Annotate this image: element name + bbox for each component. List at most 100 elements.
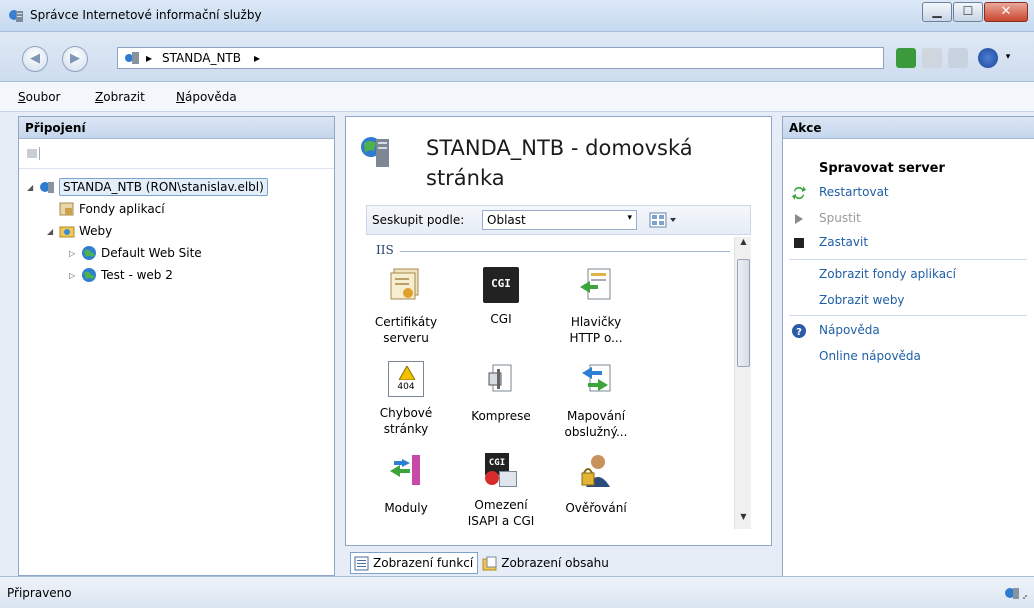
error-pages-icon: 404	[388, 361, 424, 397]
feature-server-certificates[interactable]: Certifikáty serveru	[366, 267, 446, 346]
forward-button[interactable]: ▶	[62, 46, 88, 72]
breadcrumb-separator[interactable]: ▸	[254, 51, 260, 65]
tree-item-test-web-2[interactable]: ▷ Test - web 2	[69, 265, 173, 285]
tree-item-sites[interactable]: ◢ Weby	[47, 221, 112, 241]
menu-help[interactable]: Nápověda	[176, 90, 237, 104]
view-app-pools-action[interactable]: Zobrazit fondy aplikací	[819, 267, 956, 281]
connections-panel: Připojení ◢ STANDA_NTB (RON\stanislav.el…	[18, 116, 335, 576]
server-icon	[125, 52, 139, 64]
certificate-icon	[390, 268, 419, 300]
separator	[789, 315, 1027, 316]
arrow-left-icon: ◀	[30, 51, 40, 66]
stop-icon	[794, 238, 804, 248]
compression-icon	[488, 364, 512, 392]
group-by-select[interactable]: Oblast ▾	[482, 210, 637, 230]
online-help-action[interactable]: Online nápověda	[819, 349, 921, 363]
scroll-down-icon[interactable]: ▼	[735, 512, 751, 529]
server-home-icon	[361, 137, 389, 167]
features-list: IIS Certifikáty serveru CGI CGI Hlavičky…	[366, 237, 751, 529]
globe-icon	[82, 246, 96, 260]
expander-icon[interactable]: ▷	[69, 271, 79, 280]
chevron-down-icon: ▾	[627, 213, 632, 223]
stop-action[interactable]: Zastavit	[794, 235, 868, 249]
server-icon	[1005, 588, 1027, 599]
view-mode-icon[interactable]	[649, 212, 679, 228]
section-header-iis: IIS	[376, 243, 731, 257]
connections-title: Připojení	[19, 117, 334, 139]
connections-toolbar	[19, 139, 334, 169]
start-icon	[795, 214, 803, 224]
breadcrumb-separator: ▸	[146, 51, 153, 65]
restart-icon	[792, 186, 806, 200]
actions-title: Akce	[783, 117, 1034, 139]
scroll-up-icon[interactable]: ▲	[735, 237, 751, 254]
group-by-bar: Seskupit podle: Oblast ▾	[366, 205, 751, 235]
tab-content-view[interactable]: Zobrazení obsahu	[478, 552, 614, 574]
features-scrollbar[interactable]: ▲ ▼	[734, 237, 751, 529]
authentication-icon	[581, 455, 610, 487]
tree-item-default-web-site[interactable]: ▷ Default Web Site	[69, 243, 202, 263]
close-button[interactable]: ✕	[984, 2, 1028, 22]
tree-item-server[interactable]: ◢ STANDA_NTB (RON\stanislav.elbl)	[27, 177, 268, 197]
refresh-icon[interactable]	[896, 48, 916, 68]
connect-icon[interactable]	[25, 145, 41, 161]
status-bar: Připraveno	[0, 576, 1034, 608]
globe-icon	[82, 268, 96, 282]
menu-view[interactable]: Zobrazit	[95, 90, 145, 104]
workspace: Připojení ◢ STANDA_NTB (RON\stanislav.el…	[0, 112, 1034, 576]
expander-icon[interactable]: ◢	[47, 227, 57, 236]
address-bar[interactable]: ▸ STANDA_NTB ▸	[117, 47, 884, 69]
minimize-button[interactable]: ▁	[922, 2, 952, 22]
folder-icon	[59, 226, 75, 238]
status-text: Připraveno	[7, 586, 72, 600]
window-title: Správce Internetové informační služby	[30, 8, 262, 22]
menu-bar: Soubor Zobrazit Nápověda	[0, 82, 1034, 112]
maximize-button[interactable]: ☐	[953, 2, 983, 22]
server-icon	[40, 182, 54, 193]
menu-file[interactable]: Soubor	[18, 90, 60, 104]
expander-icon[interactable]: ▷	[69, 249, 79, 258]
page-title: STANDA_NTB - domovská stránka	[426, 136, 693, 190]
home-icon[interactable]	[948, 48, 968, 68]
feature-cgi[interactable]: CGI CGI	[461, 267, 541, 327]
feature-authentication[interactable]: Ověřování	[556, 453, 636, 516]
scrollbar-thumb[interactable]	[737, 259, 750, 367]
chevron-down-icon[interactable]: ▾	[1002, 48, 1014, 68]
tab-features-view[interactable]: Zobrazení funkcí	[350, 552, 479, 574]
cgi-icon: CGI	[483, 267, 519, 303]
feature-http-headers[interactable]: Hlavičky HTTP o...	[556, 267, 636, 346]
group-by-label: Seskupit podle:	[372, 213, 465, 227]
back-button[interactable]: ◀	[22, 46, 48, 72]
view-tabs: Zobrazení funkcí Zobrazení obsahu	[350, 552, 614, 574]
actions-panel: Akce Spravovat server Restartovat Spusti…	[782, 116, 1034, 576]
separator	[789, 259, 1027, 260]
view-sites-action[interactable]: Zobrazit weby	[819, 293, 905, 307]
help-icon[interactable]	[978, 48, 998, 68]
feature-modules[interactable]: Moduly	[366, 453, 446, 516]
expander-icon[interactable]: ◢	[27, 183, 37, 192]
feature-handler-mappings[interactable]: Mapování obslužný...	[556, 361, 636, 440]
handler-mappings-icon	[582, 364, 611, 392]
tree-item-app-pools[interactable]: Fondy aplikací	[47, 199, 165, 219]
restart-action[interactable]: Restartovat	[792, 185, 889, 200]
isapi-restrictions-icon: CGI	[483, 453, 519, 489]
svg-text:?: ?	[796, 327, 802, 338]
manage-server-heading: Spravovat server	[819, 161, 945, 176]
feature-isapi-cgi-restrictions[interactable]: CGI Omezení ISAPI a CGI	[461, 453, 541, 529]
address-toolbar: ◀ ▶ ▸ STANDA_NTB ▸ ▾	[0, 32, 1034, 82]
http-headers-icon	[580, 268, 611, 300]
modules-icon	[390, 455, 420, 485]
help-icon: ?	[792, 324, 806, 338]
feature-error-pages[interactable]: 404 Chybové stránky	[366, 361, 446, 437]
content-view-icon	[482, 556, 497, 571]
arrow-right-icon: ▶	[70, 51, 80, 66]
iis-manager-icon	[9, 10, 23, 22]
stop-icon[interactable]	[922, 48, 942, 68]
start-action[interactable]: Spustit	[795, 211, 861, 225]
home-panel: STANDA_NTB - domovská stránka Seskupit p…	[345, 116, 772, 546]
app-pool-icon	[59, 202, 74, 216]
help-action[interactable]: ? Nápověda	[792, 323, 880, 338]
breadcrumb-server[interactable]: STANDA_NTB	[162, 51, 241, 65]
features-view-icon	[354, 556, 369, 571]
feature-compression[interactable]: Komprese	[461, 361, 541, 424]
